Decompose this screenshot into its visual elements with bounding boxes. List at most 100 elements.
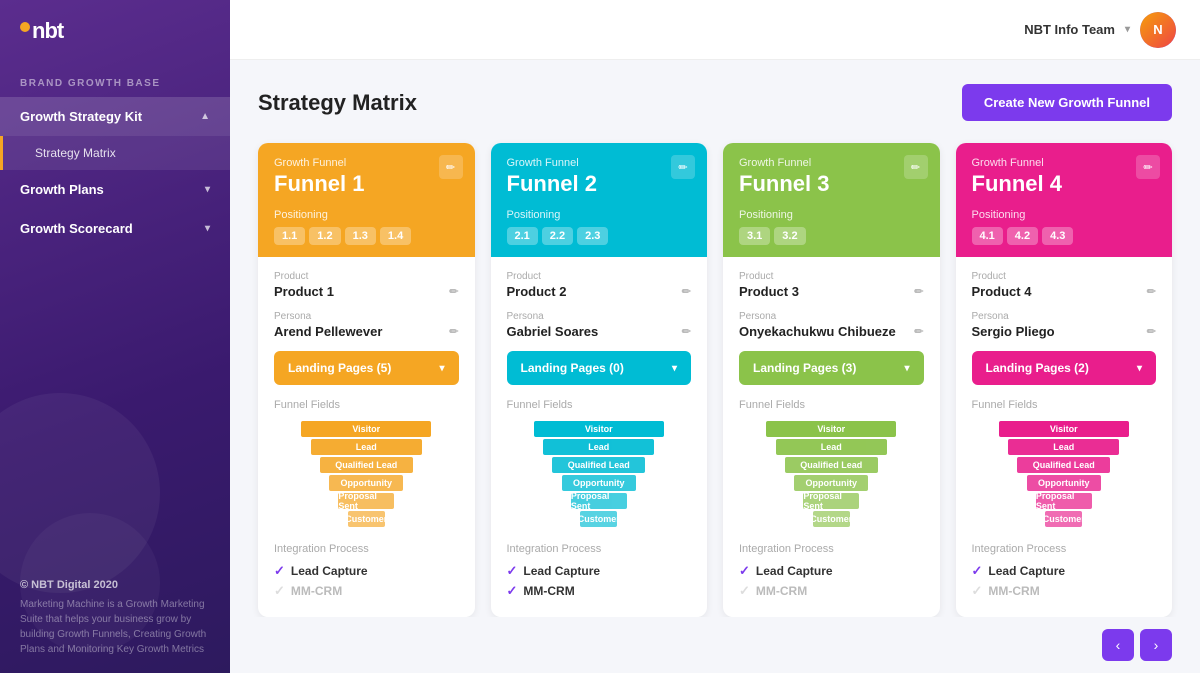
positioning-label: Positioning [739, 209, 924, 221]
product-edit-icon[interactable]: ✏ [1147, 285, 1156, 298]
persona-label: Persona [972, 311, 1157, 322]
funnel-card-1: Growth Funnel Funnel 1 ✏ Positioning 1.1… [258, 143, 475, 617]
pos-tag: 1.2 [309, 227, 340, 245]
integration-name: MM-CRM [291, 584, 342, 598]
sidebar-item-label: Growth Strategy Kit [20, 109, 142, 124]
funnel-row-0: Visitor [301, 421, 431, 437]
page-title: Strategy Matrix [258, 90, 417, 116]
landing-pages-button[interactable]: Landing Pages (3) ▾ [739, 351, 924, 385]
persona-edit-icon[interactable]: ✏ [682, 325, 691, 338]
product-value: Product 2 ✏ [507, 284, 692, 299]
integration-process-label: Integration Process [507, 543, 692, 555]
product-field: Product Product 4 ✏ [972, 271, 1157, 299]
edit-icon[interactable]: ✏ [671, 155, 695, 179]
landing-pages-button[interactable]: Landing Pages (5) ▾ [274, 351, 459, 385]
sidebar-item-growth-strategy-kit[interactable]: Growth Strategy Kit ▲ [0, 97, 230, 136]
integration-name: Lead Capture [291, 564, 368, 578]
chevron-up-icon: ▲ [200, 111, 210, 122]
user-info[interactable]: NBT Info Team ▾ N [1024, 12, 1176, 48]
integration-item: ✓ Lead Capture [507, 563, 692, 579]
check-icon: ✓ [274, 563, 285, 579]
funnel-row-5: Customer [348, 511, 385, 527]
funnel-row-4: Proposal Sent [338, 493, 394, 509]
persona-label: Persona [274, 311, 459, 322]
pos-tag: 1.3 [345, 227, 376, 245]
sidebar-sub-item-strategy-matrix[interactable]: Strategy Matrix [0, 136, 230, 170]
integration-item: ✓ Lead Capture [739, 563, 924, 579]
funnel-row-2: Qualified Lead [785, 457, 878, 473]
integration-name: MM-CRM [988, 584, 1039, 598]
persona-edit-icon[interactable]: ✏ [449, 325, 458, 338]
integration-item: ✓ Lead Capture [972, 563, 1157, 579]
persona-field: Persona Gabriel Soares ✏ [507, 311, 692, 339]
product-edit-icon[interactable]: ✏ [449, 285, 458, 298]
chevron-down-icon: ▾ [205, 223, 210, 234]
funnel-card-3: Growth Funnel Funnel 3 ✏ Positioning 3.1… [723, 143, 940, 617]
pos-tag: 2.3 [577, 227, 608, 245]
sidebar-item-growth-scorecard[interactable]: Growth Scorecard ▾ [0, 209, 230, 248]
product-edit-icon[interactable]: ✏ [914, 285, 923, 298]
edit-icon[interactable]: ✏ [904, 155, 928, 179]
positioning-tags: 2.12.22.3 [507, 227, 692, 245]
dropdown-arrow-icon: ▾ [672, 363, 677, 374]
landing-pages-button[interactable]: Landing Pages (0) ▾ [507, 351, 692, 385]
funnel-row-2: Qualified Lead [1017, 457, 1110, 473]
persona-value: Onyekachukwu Chibueze ✏ [739, 324, 924, 339]
edit-icon[interactable]: ✏ [439, 155, 463, 179]
edit-icon[interactable]: ✏ [1136, 155, 1160, 179]
persona-value: Gabriel Soares ✏ [507, 324, 692, 339]
next-page-button[interactable]: › [1140, 629, 1172, 661]
funnel-fields-label: Funnel Fields [507, 399, 692, 411]
product-field: Product Product 3 ✏ [739, 271, 924, 299]
card-body: Product Product 2 ✏ Persona Gabriel Soar… [491, 257, 708, 617]
product-label: Product [739, 271, 924, 282]
integration-name: Lead Capture [756, 564, 833, 578]
funnel-visual: Visitor Lead Qualified Lead Opportunity … [274, 421, 459, 527]
funnel-row-1: Lead [1008, 439, 1119, 455]
sidebar-item-growth-plans[interactable]: Growth Plans ▾ [0, 170, 230, 209]
pos-tag: 4.1 [972, 227, 1003, 245]
funnel-name: Funnel 4 [972, 171, 1157, 197]
content-header: Strategy Matrix Create New Growth Funnel [258, 84, 1172, 121]
pos-tag: 4.2 [1007, 227, 1038, 245]
dropdown-arrow-icon: ▾ [1137, 363, 1142, 374]
funnel-label: Growth Funnel [274, 157, 459, 169]
sidebar-sub-label: Strategy Matrix [35, 146, 116, 160]
check-icon: ✓ [739, 563, 750, 579]
pos-tag: 3.2 [774, 227, 805, 245]
pos-tag: 2.2 [542, 227, 573, 245]
avatar-image: N [1140, 12, 1176, 48]
card-body: Product Product 4 ✏ Persona Sergio Plieg… [956, 257, 1173, 617]
funnel-row-3: Opportunity [329, 475, 403, 491]
product-value: Product 4 ✏ [972, 284, 1157, 299]
funnel-card-2: Growth Funnel Funnel 2 ✏ Positioning 2.1… [491, 143, 708, 617]
funnel-row-5: Customer [1045, 511, 1082, 527]
create-growth-funnel-button[interactable]: Create New Growth Funnel [962, 84, 1172, 121]
product-edit-icon[interactable]: ✏ [682, 285, 691, 298]
avatar: N [1140, 12, 1176, 48]
sidebar-item-label: Growth Scorecard [20, 221, 133, 236]
positioning-tags: 3.13.2 [739, 227, 924, 245]
funnel-row-4: Proposal Sent [803, 493, 859, 509]
check-icon: ✓ [972, 583, 983, 599]
landing-pages-button[interactable]: Landing Pages (2) ▾ [972, 351, 1157, 385]
persona-edit-icon[interactable]: ✏ [1147, 325, 1156, 338]
positioning-label: Positioning [274, 209, 459, 221]
funnel-fields-label: Funnel Fields [274, 399, 459, 411]
funnel-visual: Visitor Lead Qualified Lead Opportunity … [739, 421, 924, 527]
funnel-row-5: Customer [813, 511, 850, 527]
sidebar-section-label: BRAND GROWTH BASE [0, 62, 230, 97]
check-icon: ✓ [972, 563, 983, 579]
persona-edit-icon[interactable]: ✏ [914, 325, 923, 338]
positioning-tags: 1.11.21.31.4 [274, 227, 459, 245]
landing-pages-label: Landing Pages (2) [986, 361, 1089, 375]
logo-text: nbt [32, 18, 63, 44]
chevron-down-icon: ▾ [1125, 24, 1130, 35]
pos-tag: 4.3 [1042, 227, 1073, 245]
pagination: ‹ › [230, 617, 1200, 673]
funnel-row-3: Opportunity [1027, 475, 1101, 491]
prev-page-button[interactable]: ‹ [1102, 629, 1134, 661]
card-header: Growth Funnel Funnel 1 ✏ Positioning 1.1… [258, 143, 475, 257]
funnel-row-5: Customer [580, 511, 617, 527]
positioning-label: Positioning [507, 209, 692, 221]
